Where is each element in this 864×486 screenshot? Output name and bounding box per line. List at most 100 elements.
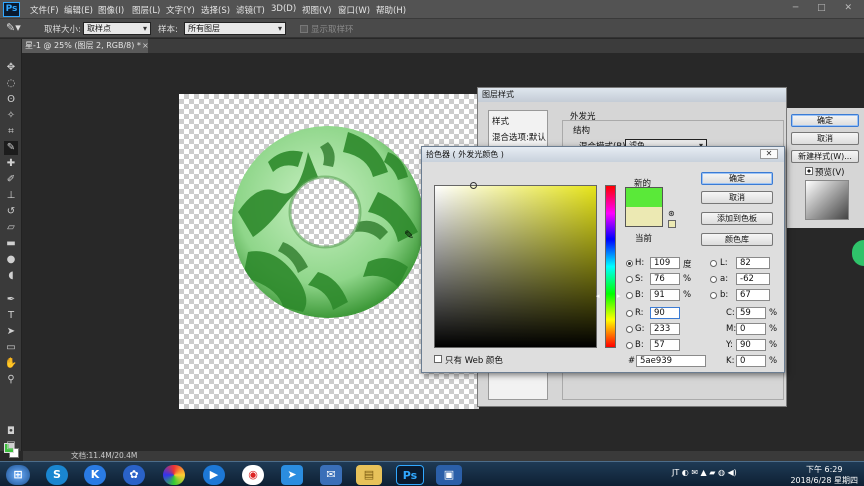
lab-l-radio[interactable] xyxy=(710,260,717,267)
green-radio[interactable] xyxy=(626,326,633,333)
path-select-tool-icon[interactable]: ➤ xyxy=(4,325,18,339)
cyan-input[interactable]: 59 xyxy=(736,307,766,319)
menu-view[interactable]: 视图(V) xyxy=(302,4,331,16)
start-button-icon[interactable]: ⊞ xyxy=(6,465,30,485)
shape-tool-icon[interactable]: ▭ xyxy=(4,341,18,355)
photoshop-task-icon[interactable]: Ps xyxy=(396,465,424,485)
layer-style-cancel-button[interactable]: 取消 xyxy=(791,132,859,145)
out-of-gamut-icon[interactable]: ⊛ xyxy=(668,209,675,218)
hue-radio[interactable] xyxy=(626,260,633,267)
black-input[interactable]: 0 xyxy=(736,355,766,367)
menu-layer[interactable]: 图层(L) xyxy=(132,4,160,16)
hue-slider[interactable] xyxy=(605,185,616,348)
taskbar-clock[interactable]: 下午 6:29 2018/6/28 星期四 xyxy=(790,464,858,486)
blue-radio[interactable] xyxy=(626,342,633,349)
hand-tool-icon[interactable]: ✋ xyxy=(4,357,18,371)
media-app-icon[interactable]: ▶ xyxy=(203,465,225,485)
menu-edit[interactable]: 编辑(E) xyxy=(64,4,93,16)
lab-b-input[interactable]: 67 xyxy=(736,289,770,301)
document-tab[interactable]: 星-1 @ 25% (图层 2, RGB/8) * xyxy=(22,39,148,53)
gradient-tool-icon[interactable]: ▬ xyxy=(4,237,18,251)
history-brush-icon[interactable]: ↺ xyxy=(4,205,18,219)
dodge-tool-icon[interactable]: ◖ xyxy=(4,269,18,283)
add-to-swatches-button[interactable]: 添加到色板 xyxy=(701,212,773,225)
current-color-swatch[interactable] xyxy=(625,207,663,227)
blue-input[interactable]: 57 xyxy=(650,339,680,351)
zoom-tool-icon[interactable]: ⚲ xyxy=(4,373,18,387)
tray-icons[interactable]: JT ◐ ✉ ▲ ▰ ◍ ◀) xyxy=(672,468,737,477)
move-tool-icon[interactable]: ✥ xyxy=(4,61,18,75)
layer-style-title: 图层样式 xyxy=(478,88,786,102)
blend-options-item[interactable]: 混合选项:默认 xyxy=(492,131,546,143)
color-picker-ok-button[interactable]: 确定 xyxy=(701,172,773,185)
brightness-input[interactable]: 91 xyxy=(650,289,680,301)
hue-input[interactable]: 109 xyxy=(650,257,680,269)
browser-app-icon[interactable] xyxy=(163,465,185,485)
brightness-radio[interactable] xyxy=(626,292,633,299)
lab-b-radio[interactable] xyxy=(710,292,717,299)
sample-select[interactable]: 所有图层 xyxy=(184,22,286,35)
arrow-app-icon[interactable]: ➤ xyxy=(281,465,303,485)
type-tool-icon[interactable]: T xyxy=(4,309,18,323)
eraser-tool-icon[interactable]: ▱ xyxy=(4,221,18,235)
marquee-tool-icon[interactable]: ◌ xyxy=(4,77,18,91)
menu-type[interactable]: 文字(Y) xyxy=(166,4,195,16)
web-colors-only-checkbox[interactable] xyxy=(434,355,442,363)
lab-l-input[interactable]: 82 xyxy=(736,257,770,269)
brush-tool-icon[interactable]: ✐ xyxy=(4,173,18,187)
green-input[interactable]: 233 xyxy=(650,323,680,335)
preview-checkbox[interactable] xyxy=(805,167,813,175)
menu-file[interactable]: 文件(F) xyxy=(30,4,59,16)
eyedropper-cursor-icon: ✎ xyxy=(404,228,415,242)
video-app-icon[interactable]: ◉ xyxy=(242,465,264,485)
screen-mode-icon[interactable]: ▣ xyxy=(4,439,18,453)
hue-slider-left-arrow-icon[interactable]: ◂ xyxy=(596,292,600,300)
menu-help[interactable]: 帮助(H) xyxy=(376,4,406,16)
baidu-app-icon[interactable]: ✿ xyxy=(123,465,145,485)
yellow-input[interactable]: 90 xyxy=(736,339,766,351)
stamp-tool-icon[interactable]: ⊥ xyxy=(4,189,18,203)
quick-select-tool-icon[interactable]: ✧ xyxy=(4,109,18,123)
new-style-button[interactable]: 新建样式(W)... xyxy=(791,150,859,163)
menu-image[interactable]: 图像(I) xyxy=(98,4,124,16)
show-ring-checkbox[interactable] xyxy=(300,25,308,33)
eyedropper-tool-icon[interactable]: ✎▾ xyxy=(6,21,21,34)
blur-tool-icon[interactable]: ● xyxy=(4,253,18,267)
web-colors-only-label: 只有 Web 颜色 xyxy=(445,356,503,366)
close-icon[interactable]: ✕ xyxy=(760,149,778,159)
hex-input[interactable]: 5ae939 xyxy=(636,355,706,367)
saturation-input[interactable]: 76 xyxy=(650,273,680,285)
pen-tool-icon[interactable]: ✒ xyxy=(4,293,18,307)
red-radio[interactable] xyxy=(626,310,633,317)
menu-select[interactable]: 选择(S) xyxy=(201,4,230,16)
layer-style-ok-button[interactable]: 确定 xyxy=(791,114,859,127)
hue-slider-right-arrow-icon[interactable]: ▸ xyxy=(617,292,621,300)
menu-window[interactable]: 窗口(W) xyxy=(338,4,370,16)
window-controls[interactable]: ─ □ ✕ xyxy=(793,3,860,13)
k-app-icon[interactable]: K xyxy=(84,465,106,485)
sample-size-select[interactable]: 取样点 xyxy=(83,22,151,35)
quick-mask-icon[interactable]: ◘ xyxy=(4,425,18,439)
sogou-app-icon[interactable]: S xyxy=(46,465,68,485)
gamut-swatch[interactable] xyxy=(668,220,676,228)
recorder-app-icon[interactable]: ▣ xyxy=(436,465,462,485)
crop-tool-icon[interactable]: ⌗ xyxy=(4,125,18,139)
healing-tool-icon[interactable]: ✚ xyxy=(4,157,18,171)
lasso-tool-icon[interactable]: ʘ xyxy=(4,93,18,107)
chat-app-icon[interactable]: ✉ xyxy=(320,465,342,485)
color-libraries-button[interactable]: 颜色库 xyxy=(701,233,773,246)
magenta-input[interactable]: 0 xyxy=(736,323,766,335)
color-field-marker[interactable] xyxy=(470,182,477,189)
menu-filter[interactable]: 滤镜(T) xyxy=(236,4,265,16)
new-color-swatch xyxy=(625,187,663,207)
lab-a-input[interactable]: -62 xyxy=(736,273,770,285)
eyedropper-tool-icon-active[interactable]: ✎ xyxy=(4,141,18,155)
red-input[interactable]: 90 xyxy=(650,307,680,319)
saturation-radio[interactable] xyxy=(626,276,633,283)
close-tab-icon[interactable]: × xyxy=(142,41,149,50)
saturation-brightness-field[interactable] xyxy=(434,185,597,348)
color-picker-cancel-button[interactable]: 取消 xyxy=(701,191,773,204)
menu-3d[interactable]: 3D(D) xyxy=(271,4,296,14)
explorer-app-icon[interactable]: ▤ xyxy=(356,465,382,485)
lab-a-radio[interactable] xyxy=(710,276,717,283)
